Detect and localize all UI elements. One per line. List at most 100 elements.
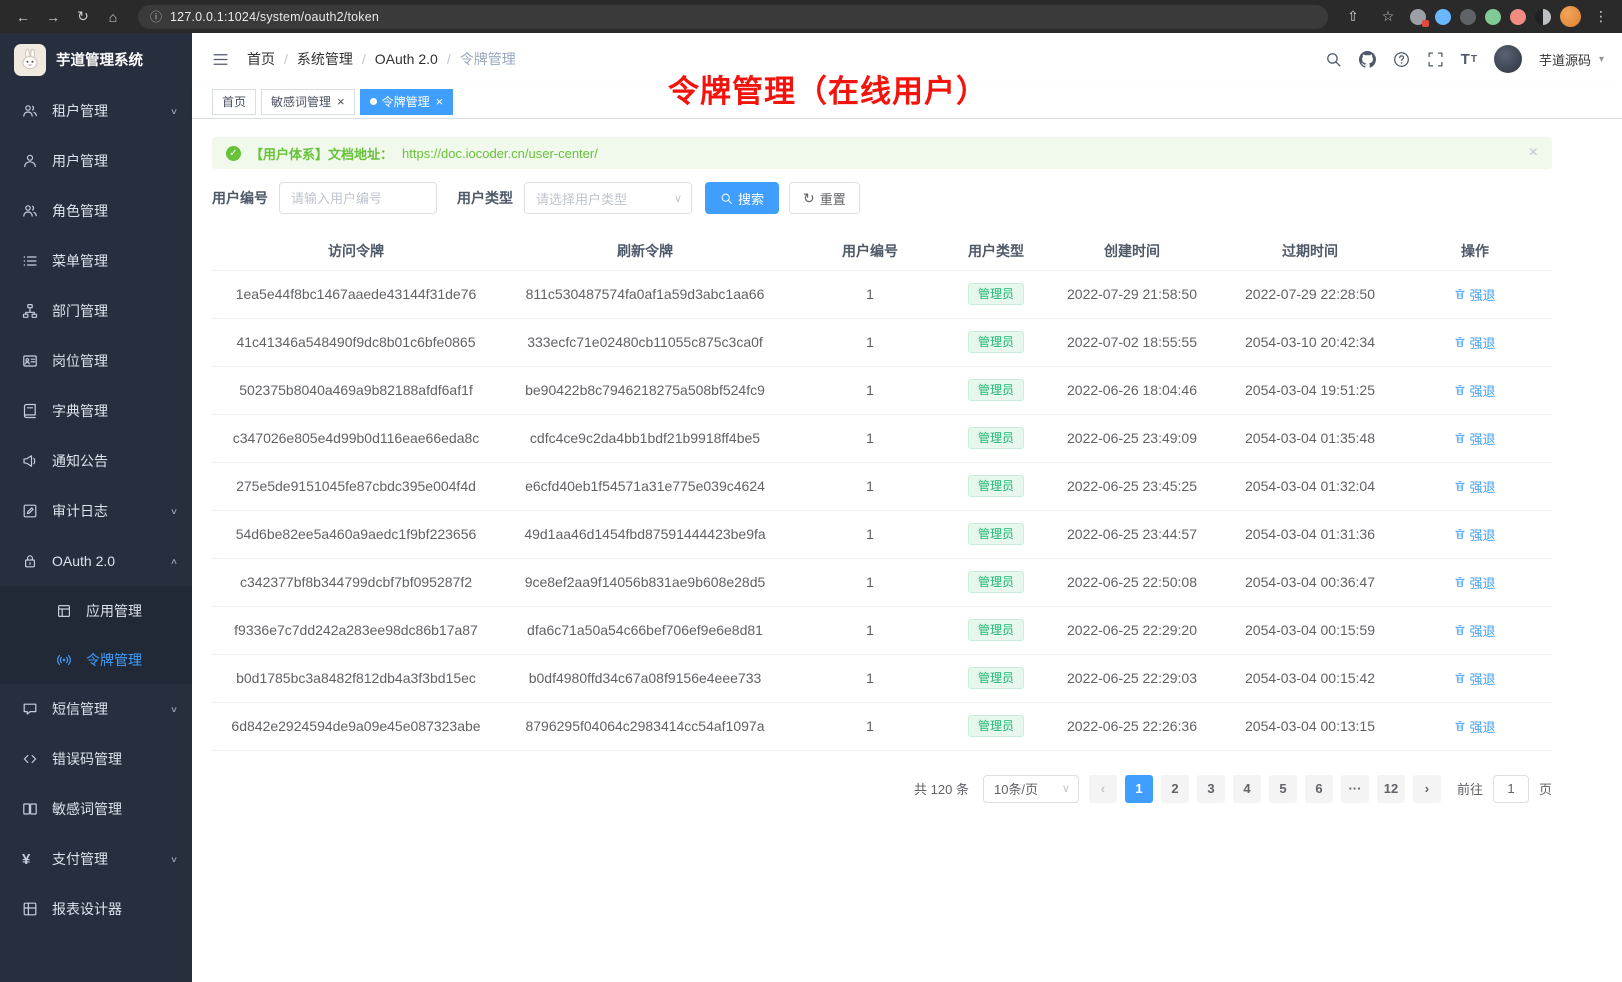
sidebar-collapse-icon[interactable]	[212, 51, 229, 68]
cell-expires: 2054-03-04 01:35:48	[1222, 414, 1398, 462]
current-user-name[interactable]: 芋道源码	[1539, 50, 1591, 69]
force-logout-button[interactable]: 强退	[1454, 669, 1495, 688]
delete-icon	[1454, 624, 1466, 636]
next-page-button[interactable]: ›	[1413, 775, 1441, 803]
tab-token[interactable]: 令牌管理 ×	[360, 89, 454, 115]
sidebar-item-pay[interactable]: ¥ 支付管理 ∨	[0, 834, 192, 884]
extension-icon[interactable]	[1435, 9, 1451, 25]
breadcrumb-oauth[interactable]: OAuth 2.0	[375, 51, 438, 67]
page-size-select[interactable]: 10条/页 ∨	[983, 775, 1079, 803]
user-id-input[interactable]	[279, 182, 437, 214]
tab-home[interactable]: 首页	[212, 89, 256, 115]
sidebar-item-oauth-app[interactable]: 应用管理	[0, 586, 192, 635]
sidebar-item-role[interactable]: 角色管理	[0, 186, 192, 236]
sidebar-item-post[interactable]: 岗位管理	[0, 336, 192, 386]
user-avatar[interactable]	[1494, 45, 1522, 73]
force-logout-button[interactable]: 强退	[1454, 621, 1495, 640]
breadcrumb-system[interactable]: 系统管理	[297, 49, 353, 69]
sidebar-item-dict[interactable]: 字典管理	[0, 386, 192, 436]
page-button-2[interactable]: 2	[1161, 775, 1189, 803]
cell-access-token: 275e5de9151045fe87cbdc395e004f4d	[212, 462, 500, 510]
cell-user-id: 1	[790, 558, 950, 606]
sidebar-item-oauth-token[interactable]: 令牌管理	[0, 635, 192, 684]
url-bar[interactable]: ⓘ 127.0.0.1:1024/system/oauth2/token	[138, 5, 1328, 29]
prev-page-button[interactable]: ‹	[1089, 775, 1117, 803]
sidebar-item-errorcode[interactable]: 错误码管理	[0, 734, 192, 784]
force-logout-button[interactable]: 强退	[1454, 717, 1495, 736]
search-icon[interactable]	[1325, 51, 1342, 68]
goto-page-input[interactable]	[1493, 775, 1529, 803]
cell-expires: 2054-03-04 01:32:04	[1222, 462, 1398, 510]
page-button-6[interactable]: 6	[1305, 775, 1333, 803]
browser-menu-icon[interactable]: ⋮	[1590, 8, 1612, 25]
yen-pay-icon: ¥	[22, 852, 39, 867]
table-row: f9336e7c7dd242a283ee98dc86b17a87 dfa6c71…	[212, 606, 1552, 654]
force-logout-button[interactable]: 强退	[1454, 285, 1495, 304]
sidebar-item-tenant[interactable]: 租户管理 ∨	[0, 86, 192, 136]
help-icon[interactable]	[1393, 51, 1410, 68]
fullscreen-icon[interactable]	[1427, 51, 1444, 68]
share-icon[interactable]: ⇧	[1340, 5, 1366, 29]
font-size-icon[interactable]: TT	[1461, 51, 1477, 68]
extension-icon[interactable]	[1460, 9, 1476, 25]
force-logout-button[interactable]: 强退	[1454, 525, 1495, 544]
alert-close-icon[interactable]: ×	[1529, 144, 1538, 162]
code-icon	[22, 751, 39, 767]
sidebar-item-menu[interactable]: 菜单管理	[0, 236, 192, 286]
more-pages-icon[interactable]: ···	[1341, 775, 1369, 803]
browser-profile-avatar[interactable]	[1560, 6, 1581, 27]
page-button-1[interactable]: 1	[1125, 775, 1153, 803]
delete-icon	[1454, 288, 1466, 300]
table-row: 275e5de9151045fe87cbdc395e004f4d e6cfd40…	[212, 462, 1552, 510]
theme-toggle-icon[interactable]	[1535, 9, 1551, 25]
pagination: 共 120 条 10条/页 ∨ ‹ 1 2 3 4 5 6 ··· 12 ›	[212, 775, 1552, 803]
breadcrumb-home[interactable]: 首页	[247, 49, 275, 69]
user-type-select[interactable]: 请选择用户类型 ∨	[524, 182, 692, 214]
page-button-3[interactable]: 3	[1197, 775, 1225, 803]
search-button[interactable]: 搜索	[705, 182, 779, 214]
extension-icon[interactable]	[1485, 9, 1501, 25]
sidebar-item-report[interactable]: 报表设计器	[0, 884, 192, 934]
tab-close-icon[interactable]: ×	[436, 95, 444, 108]
caret-down-icon[interactable]: ▾	[1599, 54, 1604, 65]
github-icon[interactable]	[1359, 51, 1376, 68]
force-logout-button[interactable]: 强退	[1454, 333, 1495, 352]
page-button-4[interactable]: 4	[1233, 775, 1261, 803]
doc-link[interactable]: https://doc.iocoder.cn/user-center/	[402, 146, 598, 161]
site-info-icon[interactable]: ⓘ	[150, 8, 162, 25]
chevron-down-icon: ∨	[170, 854, 178, 864]
breadcrumb-separator: /	[284, 51, 288, 67]
extension-icon[interactable]	[1510, 9, 1526, 25]
extension-icon[interactable]	[1410, 9, 1426, 25]
browser-home-button[interactable]: ⌂	[100, 5, 126, 29]
page-button-12[interactable]: 12	[1377, 775, 1405, 803]
force-logout-button[interactable]: 强退	[1454, 429, 1495, 448]
cell-access-token: 1ea5e44f8bc1467aaede43144f31de76	[212, 270, 500, 318]
cell-user-type: 管理员	[950, 318, 1042, 366]
cell-created: 2022-06-25 23:45:25	[1042, 462, 1222, 510]
app-logo[interactable]: 芋道管理系统	[0, 33, 192, 86]
cell-refresh-token: b0df4980ffd34c67a08f9156e4eee733	[500, 654, 790, 702]
sidebar-item-oauth[interactable]: OAuth 2.0 ∧	[0, 536, 192, 586]
sidebar-item-sensitive-word[interactable]: 敏感词管理	[0, 784, 192, 834]
browser-back-button[interactable]: ←	[10, 5, 36, 29]
tab-close-icon[interactable]: ×	[337, 95, 345, 108]
force-logout-button[interactable]: 强退	[1454, 477, 1495, 496]
bookmark-star-icon[interactable]: ☆	[1375, 5, 1401, 29]
sidebar-item-audit[interactable]: 审计日志 ∨	[0, 486, 192, 536]
tab-label: 令牌管理	[382, 93, 430, 110]
tab-sensitive-word[interactable]: 敏感词管理 ×	[261, 89, 355, 115]
cell-user-id: 1	[790, 270, 950, 318]
user-type-badge: 管理员	[968, 379, 1024, 401]
sidebar-item-user[interactable]: 用户管理	[0, 136, 192, 186]
sidebar-item-sms[interactable]: 短信管理 ∨	[0, 684, 192, 734]
page-button-5[interactable]: 5	[1269, 775, 1297, 803]
sidebar-item-dept[interactable]: 部门管理	[0, 286, 192, 336]
browser-forward-button[interactable]: →	[40, 5, 66, 29]
browser-reload-button[interactable]: ↻	[70, 5, 96, 29]
force-logout-button[interactable]: 强退	[1454, 573, 1495, 592]
force-logout-button[interactable]: 强退	[1454, 381, 1495, 400]
reset-button[interactable]: ↻ 重置	[789, 182, 860, 214]
sidebar-item-notice[interactable]: 通知公告	[0, 436, 192, 486]
col-refresh-token: 刷新令牌	[500, 232, 790, 270]
